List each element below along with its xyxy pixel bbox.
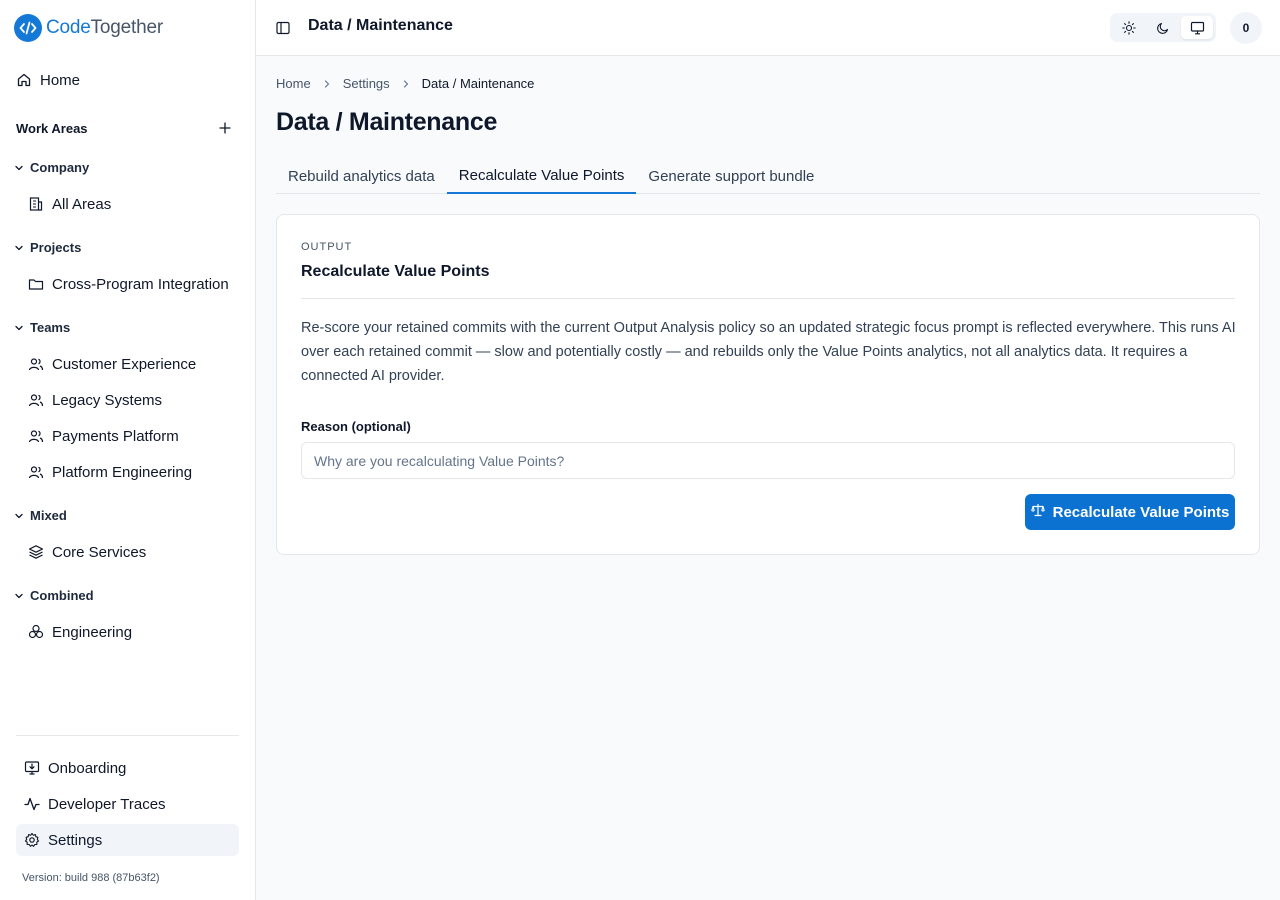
building-icon	[28, 196, 44, 212]
sidebar-item-home[interactable]: Home	[16, 68, 80, 92]
sidebar-item-label: Core Services	[52, 543, 147, 561]
group-toggle-combined[interactable]: Combined	[14, 588, 94, 603]
card-eyebrow: OUTPUT	[301, 241, 353, 253]
chevron-down-icon	[14, 163, 24, 173]
work-areas-title: Work Areas	[16, 121, 88, 136]
group-label: Mixed	[30, 508, 67, 523]
sidebar-item-platform-engineering[interactable]: Platform Engineering	[28, 461, 192, 483]
add-work-area-button[interactable]	[217, 120, 233, 136]
scale-icon	[1030, 503, 1045, 521]
breadcrumb-current: Data / Maintenance	[421, 76, 535, 91]
tab-recalculate-value-points[interactable]: Recalculate Value Points	[446, 158, 637, 194]
recalculate-value-points-button[interactable]: Recalculate Value Points	[1025, 494, 1235, 530]
group-toggle-teams[interactable]: Teams	[14, 320, 70, 335]
sidebar-item-label: All Areas	[52, 195, 112, 213]
recalculate-card: OUTPUT Recalculate Value Points Re-score…	[276, 214, 1260, 555]
brand-name: CodeTogether	[46, 17, 163, 38]
sidebar-item-label: Cross-Program Integration	[52, 275, 229, 293]
sidebar-item-all-areas[interactable]: All Areas	[28, 193, 111, 215]
chevron-down-icon	[14, 511, 24, 521]
theme-switcher	[1110, 13, 1216, 42]
layers-icon	[28, 544, 44, 560]
sidebar-item-customer-experience[interactable]: Customer Experience	[28, 353, 196, 375]
group-toggle-projects[interactable]: Projects	[14, 240, 81, 255]
sidebar-item-settings[interactable]: Settings	[16, 824, 239, 856]
avatar[interactable]: 0	[1230, 12, 1262, 44]
app-logo[interactable]: CodeTogether	[14, 14, 163, 42]
tab-generate-support-bundle[interactable]: Generate support bundle	[636, 158, 826, 194]
group-label: Teams	[30, 320, 71, 335]
activity-icon	[24, 796, 40, 812]
theme-system-button[interactable]	[1181, 16, 1213, 39]
folder-icon	[28, 276, 44, 292]
top-bar: Data / Maintenance 0	[256, 0, 1280, 56]
code-brackets-icon	[14, 14, 42, 42]
sidebar-item-cross-program-integration[interactable]: Cross-Program Integration	[28, 273, 229, 295]
sidebar-item-label: Legacy Systems	[52, 391, 163, 409]
theme-dark-button[interactable]	[1147, 16, 1179, 39]
sidebar-item-engineering[interactable]: Engineering	[28, 621, 132, 643]
card-description: Re-score your retained commits with the …	[301, 320, 1236, 384]
page-title: Data / Maintenance	[276, 108, 498, 136]
monitor-download-icon	[24, 760, 40, 776]
group-toggle-mixed[interactable]: Mixed	[14, 508, 67, 523]
group-toggle-company[interactable]: Company	[14, 160, 89, 175]
sidebar-item-label: Home	[40, 71, 81, 89]
button-label: Recalculate Value Points	[1052, 503, 1230, 521]
users-icon	[28, 464, 44, 480]
chevron-down-icon	[14, 591, 24, 601]
sidebar-toggle-icon	[276, 21, 290, 35]
sidebar-item-label: Payments Platform	[52, 427, 179, 445]
toggle-sidebar-button[interactable]	[275, 20, 291, 36]
sidebar-item-legacy-systems[interactable]: Legacy Systems	[28, 389, 162, 411]
chevron-down-icon	[14, 243, 24, 253]
sidebar-item-label: Engineering	[52, 623, 133, 641]
sidebar-divider	[16, 735, 239, 736]
reason-input[interactable]	[301, 442, 1235, 479]
sidebar-item-core-services[interactable]: Core Services	[28, 541, 146, 563]
breadcrumb-settings[interactable]: Settings	[343, 76, 390, 91]
plus-icon	[219, 122, 231, 134]
boxes-icon	[28, 624, 44, 640]
tab-rebuild-analytics-data[interactable]: Rebuild analytics data	[276, 158, 447, 194]
reason-label: Reason (optional)	[301, 419, 411, 434]
home-icon	[16, 72, 32, 88]
monitor-icon	[1190, 21, 1204, 34]
group-label: Company	[30, 160, 90, 175]
theme-light-button[interactable]	[1113, 16, 1145, 39]
chevron-down-icon	[14, 323, 24, 333]
moon-icon	[1157, 22, 1169, 34]
sidebar-item-payments-platform[interactable]: Payments Platform	[28, 425, 179, 447]
breadcrumb: Home Settings Data / Maintenance	[276, 76, 534, 91]
users-icon	[28, 428, 44, 444]
group-label: Combined	[30, 588, 94, 603]
chevron-right-icon	[400, 78, 412, 90]
header-title: Data / Maintenance	[308, 17, 453, 34]
sidebar-item-developer-traces[interactable]: Developer Traces	[16, 788, 239, 820]
group-label: Projects	[30, 240, 82, 255]
tab-bar: Rebuild analytics data Recalculate Value…	[276, 158, 1260, 194]
sidebar: CodeTogether Home Work Areas Company All…	[0, 0, 256, 900]
sidebar-item-label: Onboarding	[48, 759, 127, 777]
gear-icon	[24, 832, 40, 848]
sidebar-item-label: Platform Engineering	[52, 463, 193, 481]
sidebar-item-label: Customer Experience	[52, 355, 197, 373]
version-text: Version: build 988 (87b63f2)	[22, 872, 160, 884]
breadcrumb-home[interactable]: Home	[276, 76, 311, 91]
sidebar-item-label: Developer Traces	[48, 795, 166, 813]
card-title: Recalculate Value Points	[301, 263, 490, 280]
card-divider	[301, 298, 1235, 299]
users-icon	[28, 392, 44, 408]
sun-icon	[1122, 20, 1136, 35]
sidebar-item-label: Settings	[48, 831, 103, 849]
sidebar-item-onboarding[interactable]: Onboarding	[16, 752, 239, 784]
users-icon	[28, 356, 44, 372]
chevron-right-icon	[321, 78, 333, 90]
